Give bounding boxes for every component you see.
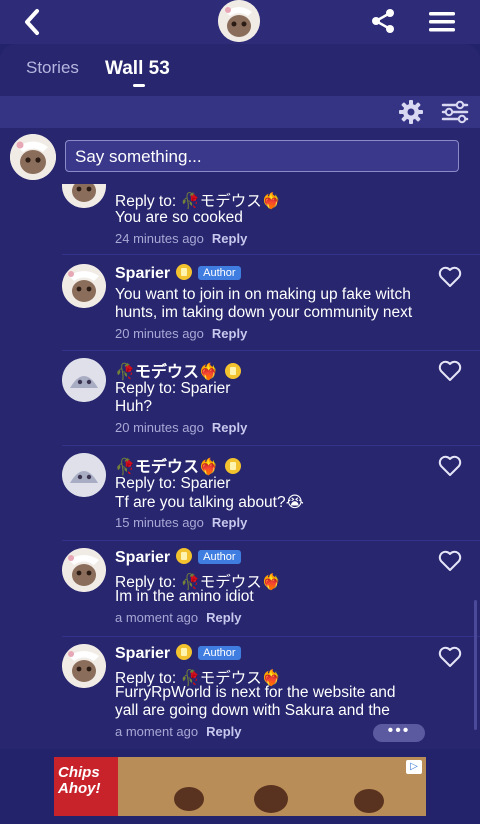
avatar[interactable]: [62, 184, 106, 208]
tab-bar: Stories Wall 53: [0, 44, 480, 96]
menu-icon[interactable]: [426, 8, 458, 36]
more-options-button[interactable]: •••: [373, 723, 425, 742]
reply-button[interactable]: Reply: [212, 326, 247, 341]
heart-icon[interactable]: [438, 646, 462, 668]
comment-list: Reply to: 🥀モデウス❤️‍🔥 You are so cooked 24…: [0, 184, 480, 749]
divider: [62, 350, 480, 351]
top-bar: [0, 0, 480, 44]
comment-text: Tf are you talking about?😭: [115, 494, 304, 511]
reply-button[interactable]: Reply: [206, 724, 241, 739]
comment-text: FurryRpWorld is next for the website and: [115, 684, 396, 701]
comment-text: hunts, im taking down your community nex…: [115, 304, 413, 321]
comment-text: You are so cooked: [115, 209, 243, 226]
heart-icon[interactable]: [438, 550, 462, 572]
active-tab-indicator: [133, 84, 145, 87]
heart-icon[interactable]: [438, 455, 462, 477]
level-badge-icon: [176, 548, 193, 564]
comment-item: Sparier Author Reply to: 🥀モデウス❤️‍🔥 FurryR…: [0, 644, 480, 749]
divider: [62, 636, 480, 637]
comment-meta: 24 minutes ago Reply: [115, 231, 247, 246]
comment-header: Sparier Author: [115, 264, 241, 283]
author-badge: Author: [198, 266, 241, 280]
comment-item: 🥀モデウス❤️‍🔥 Reply to: Sparier Tf are you t…: [0, 453, 480, 539]
divider: [62, 445, 480, 446]
comment-time: 20 minutes ago: [115, 420, 204, 435]
comment-author[interactable]: Sparier: [115, 265, 170, 282]
reply-button[interactable]: Reply: [206, 610, 241, 625]
cookie-chip: [354, 789, 384, 813]
avatar[interactable]: [62, 644, 106, 688]
comment-header: Sparier Author: [115, 644, 241, 663]
avatar[interactable]: [62, 453, 106, 497]
compose-bar: Say something...: [0, 128, 480, 184]
author-badge: Author: [198, 646, 241, 660]
comment-meta: a moment ago Reply: [115, 610, 242, 625]
community-avatar[interactable]: [218, 0, 260, 42]
comment-author[interactable]: Sparier: [115, 645, 170, 662]
avatar[interactable]: [62, 548, 106, 592]
comment-author[interactable]: 🥀モデウス❤️‍🔥: [115, 364, 219, 381]
comment-item: Sparier Author Reply to: 🥀モデウス❤️‍🔥 Im in …: [0, 548, 480, 634]
tool-strip: [0, 96, 480, 128]
comment-time: 15 minutes ago: [115, 515, 204, 530]
filter-sliders-icon[interactable]: [440, 99, 470, 125]
comment-item: Sparier Author You want to join in on mak…: [0, 264, 480, 350]
comment-meta: 20 minutes ago Reply: [115, 420, 247, 435]
level-badge-icon: [176, 644, 193, 660]
comment-author[interactable]: Sparier: [115, 549, 170, 566]
comment-header: 🥀モデウス❤️‍🔥: [115, 453, 241, 477]
comment-meta: 15 minutes ago Reply: [115, 515, 247, 530]
comment-time: a moment ago: [115, 724, 199, 739]
comment-meta: a moment ago Reply: [115, 724, 242, 739]
gear-icon[interactable]: [398, 99, 424, 125]
level-badge-icon: [176, 264, 193, 280]
ad-image[interactable]: Chips Ahoy! ▷: [54, 757, 426, 816]
cookie-chip: [174, 787, 204, 811]
comment-item: 🥀モデウス❤️‍🔥 Reply to: Sparier Huh? 20 minu…: [0, 358, 480, 444]
comment-time: 24 minutes ago: [115, 231, 204, 246]
cookie-chip: [254, 785, 288, 813]
comment-meta: 20 minutes ago Reply: [115, 326, 247, 341]
comment-time: a moment ago: [115, 610, 199, 625]
tab-wall[interactable]: Wall 53: [105, 58, 170, 80]
comment-author[interactable]: 🥀モデウス❤️‍🔥: [115, 459, 219, 476]
comment-header: Sparier Author: [115, 548, 241, 567]
avatar[interactable]: [10, 134, 56, 180]
avatar[interactable]: [62, 358, 106, 402]
reply-to: Reply to: Sparier: [115, 380, 231, 397]
author-badge: Author: [198, 550, 241, 564]
level-badge-icon: [224, 458, 241, 474]
level-badge-icon: [224, 363, 241, 379]
divider: [62, 540, 480, 541]
back-icon[interactable]: [18, 7, 48, 37]
ad-banner[interactable]: Chips Ahoy! ▷: [0, 749, 480, 824]
reply-button[interactable]: Reply: [212, 420, 247, 435]
comment-text: Im in the amino idiot: [115, 588, 254, 605]
reply-button[interactable]: Reply: [212, 231, 247, 246]
comment-text: You want to join in on making up fake wi…: [115, 286, 411, 303]
divider: [62, 254, 480, 255]
comment-time: 20 minutes ago: [115, 326, 204, 341]
scrollbar[interactable]: [474, 600, 477, 730]
avatar[interactable]: [62, 264, 106, 308]
share-icon[interactable]: [368, 6, 398, 36]
reply-button[interactable]: Reply: [212, 515, 247, 530]
reply-to: Reply to: 🥀モデウス❤️‍🔥: [115, 193, 282, 210]
comment-item: Reply to: 🥀モデウス❤️‍🔥 You are so cooked 24…: [0, 184, 480, 254]
comment-input-placeholder: Say something...: [75, 147, 202, 166]
comment-header: 🥀モデウス❤️‍🔥: [115, 358, 241, 382]
comment-text: yall are going down with Sakura and the: [115, 702, 390, 719]
reply-to: Reply to: Sparier: [115, 475, 231, 492]
heart-icon[interactable]: [438, 360, 462, 382]
ad-choices-icon[interactable]: ▷: [406, 760, 422, 774]
tab-stories[interactable]: Stories: [26, 58, 79, 78]
ad-brand-logo: Chips Ahoy!: [54, 757, 118, 816]
comment-text: Huh?: [115, 398, 153, 415]
comment-input[interactable]: Say something...: [65, 140, 459, 172]
heart-icon[interactable]: [438, 266, 462, 288]
